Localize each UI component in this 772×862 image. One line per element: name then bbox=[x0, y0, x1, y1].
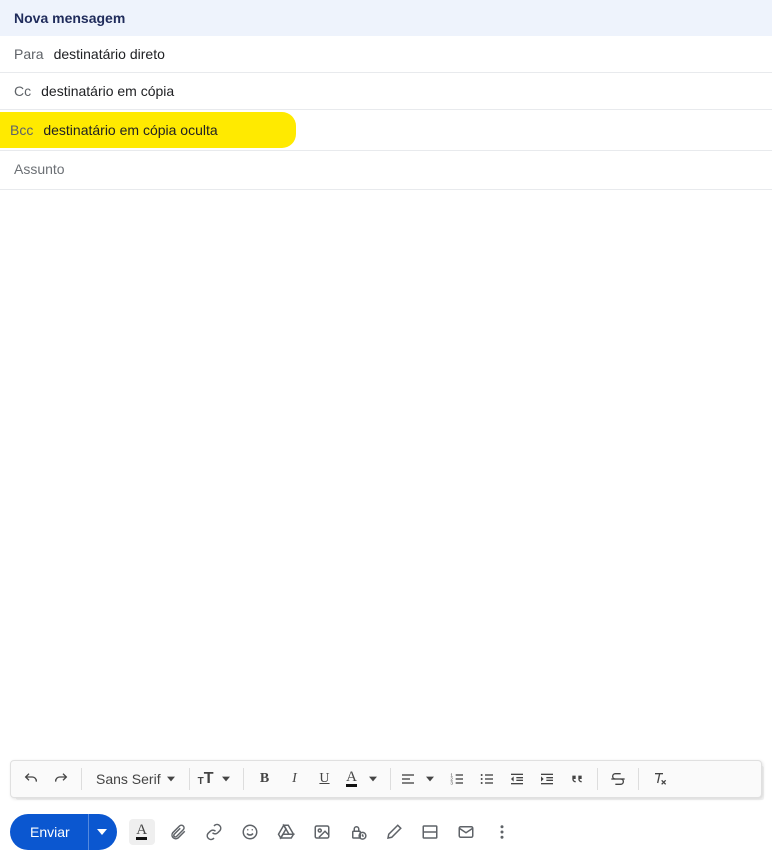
pen-icon bbox=[385, 823, 403, 841]
numbered-list-icon: 123 bbox=[449, 771, 465, 787]
caret-down-icon bbox=[97, 827, 107, 837]
compose-window: Nova mensagem Para Cc Bcc Sans Serif bbox=[0, 0, 772, 862]
insert-link-button[interactable] bbox=[201, 819, 227, 845]
drive-icon bbox=[277, 823, 295, 841]
mail-template-button[interactable] bbox=[453, 819, 479, 845]
more-vertical-icon bbox=[493, 823, 511, 841]
undo-icon bbox=[23, 771, 39, 787]
lock-clock-icon bbox=[349, 823, 367, 841]
action-icons: A bbox=[129, 819, 515, 845]
separator bbox=[638, 768, 639, 790]
format-toolbar: Sans Serif T T B I U A bbox=[10, 760, 762, 798]
send-button-group: Enviar bbox=[10, 814, 117, 850]
undo-button[interactable] bbox=[17, 765, 45, 793]
insert-emoji-button[interactable] bbox=[237, 819, 263, 845]
text-color-dropdown[interactable] bbox=[362, 765, 384, 793]
attach-file-button[interactable] bbox=[165, 819, 191, 845]
text-color-icon: A bbox=[346, 771, 357, 787]
font-size-button[interactable]: T T bbox=[196, 765, 238, 793]
emoji-icon bbox=[241, 823, 259, 841]
caret-down-icon bbox=[369, 775, 377, 783]
font-size-icon-large: T bbox=[204, 770, 214, 788]
send-options-button[interactable] bbox=[89, 814, 117, 850]
bcc-input[interactable] bbox=[43, 122, 286, 138]
bcc-row[interactable]: Bcc bbox=[0, 112, 296, 148]
layout-button[interactable] bbox=[417, 819, 443, 845]
caret-down-icon bbox=[426, 775, 434, 783]
title-bar[interactable]: Nova mensagem bbox=[0, 0, 772, 36]
bcc-row-wrap: Bcc bbox=[0, 110, 772, 151]
separator bbox=[597, 768, 598, 790]
font-family-button[interactable]: Sans Serif bbox=[88, 765, 183, 793]
italic-button[interactable]: I bbox=[280, 765, 308, 793]
cc-row[interactable]: Cc bbox=[0, 73, 772, 110]
confidential-mode-button[interactable] bbox=[345, 819, 371, 845]
align-left-icon bbox=[400, 771, 416, 787]
redo-button[interactable] bbox=[47, 765, 75, 793]
separator bbox=[243, 768, 244, 790]
caret-down-icon bbox=[167, 775, 175, 783]
strikethrough-button[interactable] bbox=[604, 765, 632, 793]
send-label: Enviar bbox=[30, 824, 70, 840]
separator bbox=[189, 768, 190, 790]
font-size-icon: T bbox=[198, 776, 204, 787]
caret-down-icon bbox=[222, 775, 230, 783]
more-options-button[interactable] bbox=[489, 819, 515, 845]
font-family-label: Sans Serif bbox=[96, 771, 161, 787]
title-text: Nova mensagem bbox=[14, 10, 125, 26]
bcc-label: Bcc bbox=[10, 122, 33, 138]
text-color-button[interactable]: A bbox=[340, 765, 384, 793]
subject-input[interactable] bbox=[14, 161, 758, 177]
indent-increase-icon bbox=[539, 771, 555, 787]
image-icon bbox=[313, 823, 331, 841]
clear-format-icon bbox=[651, 771, 667, 787]
svg-text:3: 3 bbox=[451, 780, 454, 785]
align-dropdown[interactable] bbox=[419, 765, 441, 793]
cc-input[interactable] bbox=[41, 83, 758, 99]
action-bar: Enviar A bbox=[0, 808, 772, 862]
bulleted-list-icon bbox=[479, 771, 495, 787]
insert-drive-button[interactable] bbox=[273, 819, 299, 845]
indent-decrease-button[interactable] bbox=[503, 765, 531, 793]
to-label: Para bbox=[14, 46, 44, 62]
separator bbox=[390, 768, 391, 790]
underline-button[interactable]: U bbox=[310, 765, 338, 793]
numbered-list-button[interactable]: 123 bbox=[443, 765, 471, 793]
quote-button[interactable] bbox=[563, 765, 591, 793]
insert-image-button[interactable] bbox=[309, 819, 335, 845]
send-button[interactable]: Enviar bbox=[10, 814, 88, 850]
mail-icon bbox=[457, 823, 475, 841]
bold-button[interactable]: B bbox=[250, 765, 278, 793]
indent-decrease-icon bbox=[509, 771, 525, 787]
layout-icon bbox=[421, 823, 439, 841]
subject-row[interactable] bbox=[0, 151, 772, 190]
body-area[interactable] bbox=[0, 190, 772, 760]
bulleted-list-button[interactable] bbox=[473, 765, 501, 793]
strikethrough-icon bbox=[610, 771, 626, 787]
quote-icon bbox=[569, 771, 585, 787]
text-format-icon: A bbox=[136, 824, 147, 840]
body-editor[interactable] bbox=[14, 200, 758, 750]
separator bbox=[81, 768, 82, 790]
paperclip-icon bbox=[169, 823, 187, 841]
insert-signature-button[interactable] bbox=[381, 819, 407, 845]
cc-label: Cc bbox=[14, 83, 31, 99]
align-button[interactable] bbox=[397, 765, 441, 793]
formatting-options-button[interactable]: A bbox=[129, 819, 155, 845]
to-row[interactable]: Para bbox=[0, 36, 772, 73]
link-icon bbox=[205, 823, 223, 841]
clear-formatting-button[interactable] bbox=[645, 765, 673, 793]
indent-increase-button[interactable] bbox=[533, 765, 561, 793]
font-size-dropdown[interactable] bbox=[215, 765, 237, 793]
to-input[interactable] bbox=[54, 46, 758, 62]
redo-icon bbox=[53, 771, 69, 787]
